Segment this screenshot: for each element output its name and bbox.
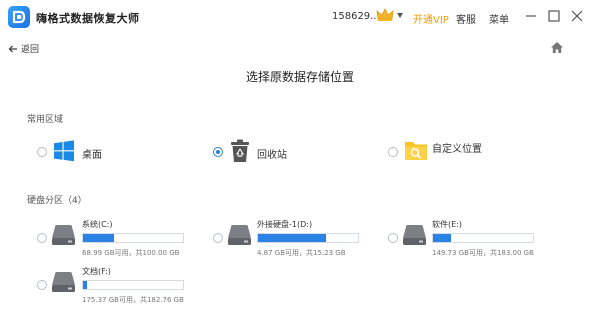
menu-button[interactable]: 菜单 xyxy=(489,11,509,26)
minimize-icon[interactable] xyxy=(522,7,540,25)
open-vip-link[interactable]: 开通VIP xyxy=(413,11,449,26)
drive-usage-bar xyxy=(257,233,359,243)
drive-name[interactable]: 软件(E:) xyxy=(432,219,462,230)
page-title: 选择原数据存储位置 xyxy=(245,70,354,84)
drive-usage-bar xyxy=(82,233,184,243)
home-icon[interactable] xyxy=(550,41,564,54)
hard-drive-icon[interactable] xyxy=(51,224,76,246)
drive-usage-fill xyxy=(258,234,326,242)
hard-drive-icon[interactable] xyxy=(227,224,252,246)
drive-d-radio[interactable] xyxy=(213,233,223,243)
drive-f-radio[interactable] xyxy=(37,280,47,290)
hard-drive-icon[interactable] xyxy=(402,224,427,246)
drive-name[interactable]: 系统(C:) xyxy=(82,219,113,230)
app-logo-icon xyxy=(8,6,30,28)
desktop-radio[interactable] xyxy=(37,147,47,157)
desktop-label[interactable]: 桌面 xyxy=(82,146,102,161)
windows-desktop-icon[interactable] xyxy=(53,140,75,162)
back-button[interactable]: 返回 xyxy=(8,42,39,55)
drive-stats: 4.87 GB可用，共15.23 GB xyxy=(257,249,346,257)
back-label: 返回 xyxy=(21,45,40,55)
crown-icon[interactable] xyxy=(376,8,394,22)
recycle-bin-radio[interactable] xyxy=(213,147,223,157)
customer-service-button[interactable]: 客服 xyxy=(456,11,476,26)
custom-location-radio[interactable] xyxy=(388,147,398,157)
recycle-bin-label[interactable]: 回收站 xyxy=(257,146,287,161)
drive-usage-bar xyxy=(432,233,534,243)
drive-usage-fill xyxy=(83,234,114,242)
drive-c-radio[interactable] xyxy=(37,233,47,243)
drive-stats: 175.37 GB可用，共182.76 GB xyxy=(82,296,184,304)
close-icon[interactable] xyxy=(568,7,586,25)
custom-location-label[interactable]: 自定义位置 xyxy=(432,140,482,155)
drive-usage-fill xyxy=(83,281,87,289)
drive-stats: 68.99 GB可用，共100.00 GB xyxy=(82,249,180,257)
drive-stats: 149.73 GB可用，共183.00 GB xyxy=(432,249,534,257)
hard-drive-icon[interactable] xyxy=(51,271,76,293)
disk-partitions-label: 硬盘分区（4） xyxy=(27,196,87,206)
drive-name[interactable]: 文档(F:) xyxy=(82,266,111,277)
maximize-icon[interactable] xyxy=(545,7,563,25)
common-areas-label: 常用区域 xyxy=(27,115,64,125)
recycle-bin-icon[interactable] xyxy=(230,139,250,163)
drive-usage-bar xyxy=(82,280,184,290)
app-title: 嗨格式数据恢复大师 xyxy=(36,12,140,25)
folder-search-icon[interactable] xyxy=(404,139,428,161)
drive-e-radio[interactable] xyxy=(388,233,398,243)
arrow-left-icon xyxy=(8,45,17,52)
user-dropdown-caret-icon[interactable] xyxy=(397,13,403,18)
drive-usage-fill xyxy=(433,234,451,242)
drive-name[interactable]: 外接硬盘-1(D:) xyxy=(257,219,312,230)
user-id[interactable]: 158629... xyxy=(332,11,380,22)
